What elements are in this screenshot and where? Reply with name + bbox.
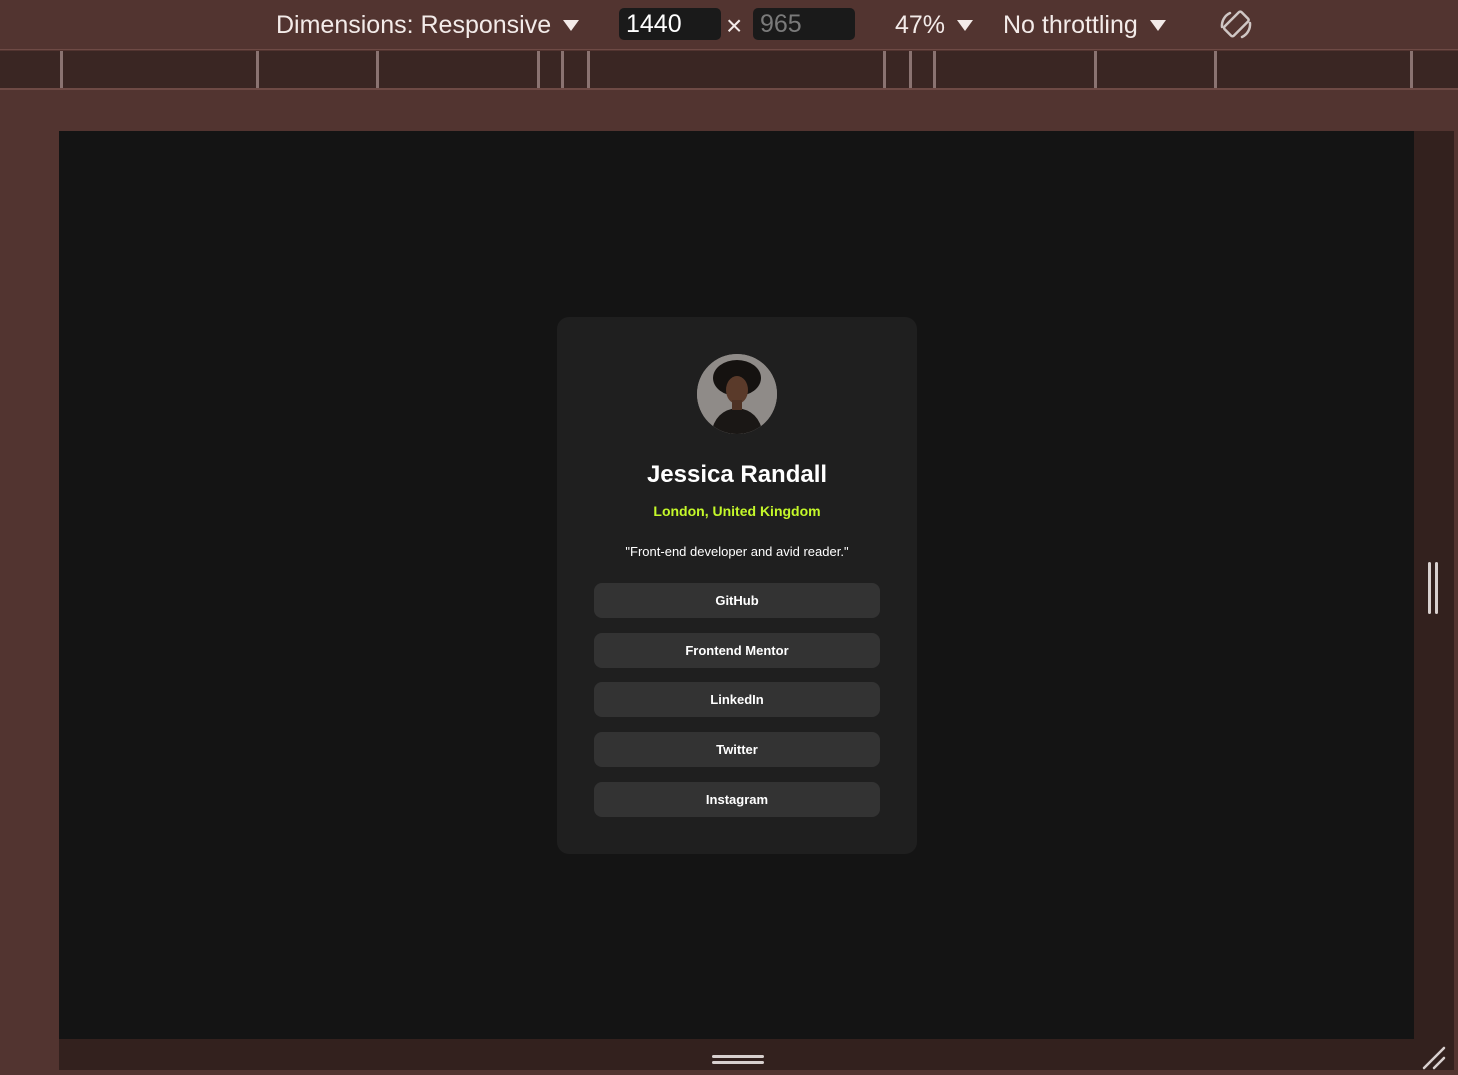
ruler-tick	[537, 51, 540, 88]
frontend-mentor-link-button[interactable]: Frontend Mentor	[594, 633, 880, 668]
dimensions-label: Dimensions: Responsive	[276, 10, 552, 39]
ruler-tick	[587, 51, 590, 88]
github-link-button[interactable]: GitHub	[594, 583, 880, 618]
dimensions-dropdown[interactable]: Dimensions: Responsive	[276, 0, 580, 50]
ruler-tick	[376, 51, 379, 88]
instagram-link-button[interactable]: Instagram	[594, 782, 880, 817]
resize-handle-right[interactable]	[1428, 562, 1440, 614]
ruler-tick	[561, 51, 564, 88]
throttling-dropdown[interactable]: No throttling	[1003, 0, 1166, 50]
ruler-tick	[1214, 51, 1217, 88]
profile-card: Jessica Randall London, United Kingdom "…	[557, 317, 917, 854]
ruler-tick	[909, 51, 912, 88]
linkedin-link-button[interactable]: LinkedIn	[594, 682, 880, 717]
resize-handle-bottom[interactable]	[712, 1053, 764, 1067]
avatar-photo	[697, 354, 777, 434]
resize-corner-icon[interactable]	[1420, 1044, 1448, 1070]
handle-bar	[1435, 562, 1438, 614]
handle-bar	[712, 1061, 764, 1064]
times-icon: ×	[726, 10, 743, 41]
width-input[interactable]: 1440	[619, 8, 721, 40]
profile-bio: "Front-end developer and avid reader."	[625, 544, 849, 559]
profile-location: London, United Kingdom	[653, 503, 821, 519]
media-query-ruler[interactable]	[0, 51, 1458, 90]
ruler-tick	[60, 51, 63, 88]
caret-down-icon	[563, 19, 580, 31]
throttling-label: No throttling	[1003, 10, 1138, 39]
twitter-link-button[interactable]: Twitter	[594, 732, 880, 767]
avatar	[697, 354, 777, 434]
ruler-tick	[256, 51, 259, 88]
zoom-label: 47%	[895, 10, 946, 39]
caret-down-icon	[957, 19, 974, 31]
handle-bar	[712, 1055, 764, 1058]
handle-bar	[1428, 562, 1431, 614]
ruler-tick	[933, 51, 936, 88]
zoom-dropdown[interactable]: 47%	[895, 0, 974, 50]
ruler-tick	[883, 51, 886, 88]
ruler-tick	[1094, 51, 1097, 88]
height-input[interactable]: 965	[753, 8, 855, 40]
ruler-tick	[1410, 51, 1413, 88]
device-toolbar: Dimensions: Responsive 1440 × 965 47% No…	[0, 0, 1458, 50]
profile-name: Jessica Randall	[646, 461, 828, 488]
rotate-device-icon[interactable]	[1216, 5, 1256, 45]
caret-down-icon	[1149, 19, 1166, 31]
